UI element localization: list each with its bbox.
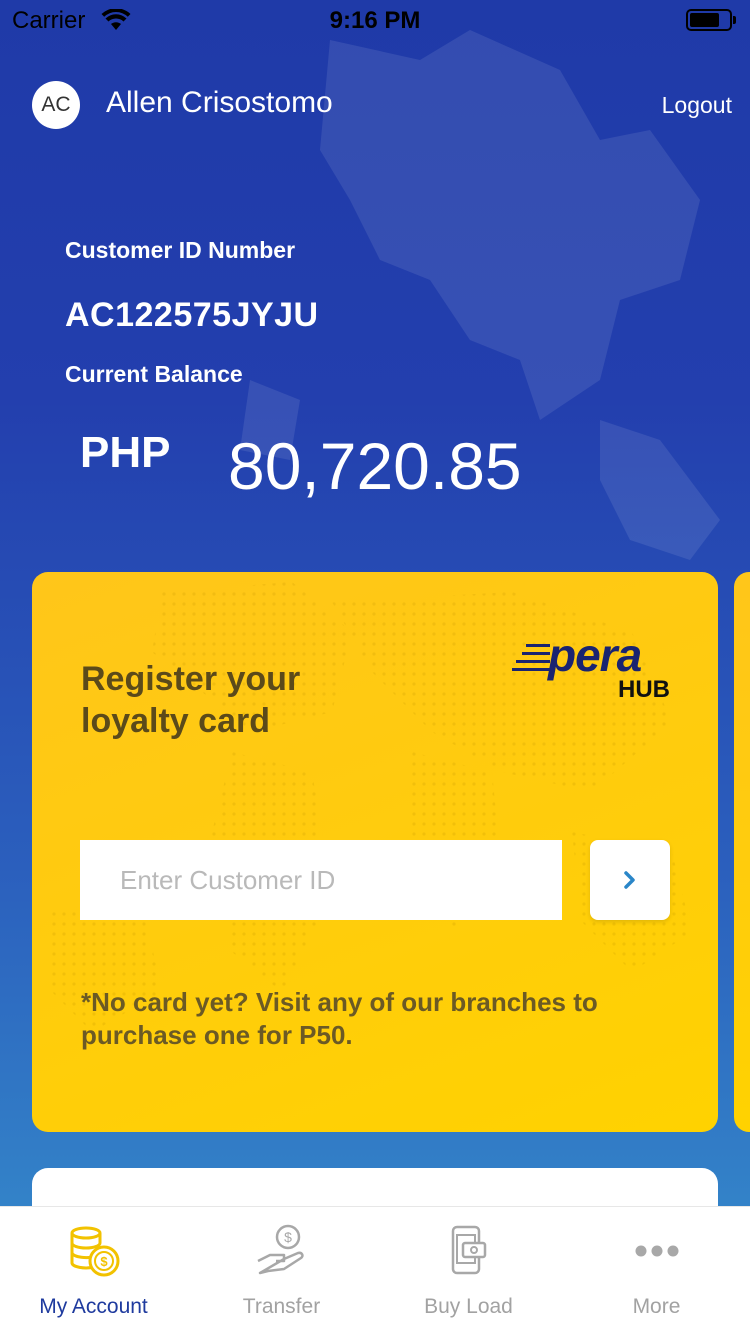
balance-amount: 80,720.85 — [228, 429, 522, 503]
customer-id-value: AC122575JYJU — [65, 296, 319, 334]
customer-id-label: Customer ID Number — [65, 237, 296, 263]
app-screen: Carrier 9:16 PM AC Allen Crisostomo Logo… — [0, 0, 750, 1334]
balance-label: Current Balance — [65, 361, 243, 387]
tab-label: More — [632, 1295, 681, 1318]
battery-icon — [686, 9, 736, 31]
loyalty-card-title: Register your loyalty card — [81, 660, 301, 740]
logo-wordmark: pera — [548, 629, 642, 681]
coins-icon: $ — [70, 1226, 119, 1277]
loyalty-card-panel: Register your loyalty card pera HUB *No … — [32, 572, 718, 1132]
tab-buy-load[interactable]: Buy Load — [375, 1207, 562, 1334]
status-bar: Carrier 9:16 PM — [0, 0, 750, 40]
tab-label: Buy Load — [424, 1295, 513, 1318]
logout-button[interactable]: Logout — [662, 92, 732, 119]
phone-load-icon — [451, 1225, 486, 1275]
customer-id-input[interactable] — [80, 840, 562, 920]
svg-text:$: $ — [284, 1229, 292, 1245]
currency-code: PHP — [80, 428, 171, 477]
avatar[interactable]: AC — [32, 81, 80, 129]
tab-transfer[interactable]: $ Transfer — [188, 1207, 375, 1334]
no-card-note: *No card yet? Visit any of our branches … — [81, 987, 598, 1050]
tab-label: My Account — [39, 1295, 148, 1318]
speed-lines-icon — [512, 644, 550, 671]
more-dots-icon — [635, 1245, 678, 1257]
user-name: Allen Crisostomo — [106, 86, 333, 119]
tab-label: Transfer — [242, 1295, 321, 1318]
chevron-right-icon — [624, 871, 635, 889]
tab-my-account[interactable]: $ My Account — [0, 1207, 187, 1334]
svg-text:$: $ — [100, 1254, 108, 1269]
logo-subtitle: HUB — [618, 676, 670, 703]
next-card-peek[interactable] — [734, 572, 750, 1132]
status-time: 9:16 PM — [329, 7, 421, 34]
tab-bar: $ My Account $ Transfer Buy Load More — [0, 1206, 750, 1334]
submit-customer-id-button[interactable] — [590, 840, 670, 920]
money-hand-icon: $ — [256, 1224, 304, 1275]
perahub-logo: pera HUB — [512, 629, 672, 706]
tab-more[interactable]: More — [563, 1207, 750, 1334]
